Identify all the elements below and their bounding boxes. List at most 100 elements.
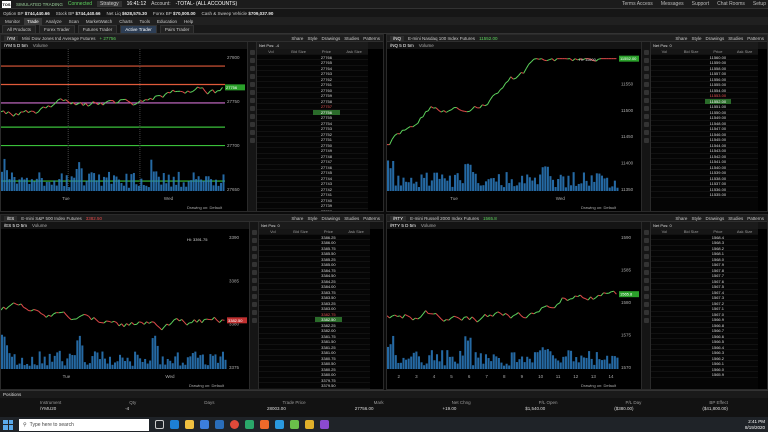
price-cell[interactable]: 1566.9 (705, 317, 732, 322)
setup-link[interactable]: Setup (753, 1, 766, 7)
price-cell[interactable]: 3379.50 (315, 383, 343, 388)
task-view-icon[interactable] (155, 420, 164, 429)
tool-icon[interactable] (251, 254, 257, 259)
tool-icon[interactable] (643, 294, 649, 299)
tool-icon[interactable] (249, 58, 255, 63)
tool-icon[interactable] (643, 262, 649, 267)
app-icon[interactable] (260, 420, 269, 429)
price-cell[interactable]: 3384.25 (315, 279, 343, 284)
app-icon[interactable] (275, 420, 284, 429)
price-cell[interactable]: 27750 (313, 143, 341, 148)
price-cell[interactable]: 1567.7 (705, 273, 732, 278)
price-cell[interactable]: 27763 (313, 71, 341, 76)
share-button[interactable]: Share (291, 36, 303, 41)
store-icon[interactable] (200, 420, 209, 429)
share-button[interactable]: Share (675, 36, 687, 41)
price-cell[interactable]: 3383.25 (315, 301, 343, 306)
price-cell[interactable]: 27742 (313, 187, 341, 192)
studies-button[interactable]: Studies (344, 36, 359, 41)
price-cell[interactable]: 3380.50 (315, 361, 343, 366)
drawings-button[interactable]: Drawings (705, 36, 724, 41)
price-cell[interactable]: 11540.00 (705, 165, 732, 170)
positions-header[interactable]: Positions (0, 391, 768, 398)
subtab-active-trader[interactable]: Active Trader (120, 24, 157, 34)
tool-icon[interactable] (643, 90, 649, 95)
account-select[interactable]: -TOTAL- (ALL ACCOUNTS) (176, 1, 238, 7)
price-cell[interactable]: 1568.2 (705, 246, 732, 251)
price-cell[interactable]: 1567.6 (705, 279, 732, 284)
tool-icon[interactable] (643, 270, 649, 275)
price-chart[interactable]: 27800 27750 27700 27650 Tue Wed 27756 (1, 49, 247, 203)
price-cell[interactable]: 11550.00 (705, 110, 732, 115)
tool-icon[interactable] (643, 66, 649, 71)
position-row[interactable]: /YMU20 -4 28003.00 27756.00 +19.00 $1,540.0… (0, 405, 768, 411)
tool-icon[interactable] (643, 58, 649, 63)
price-cell[interactable]: 3381.00 (315, 350, 343, 355)
price-cell[interactable]: 11553.00 (705, 93, 732, 98)
price-cell[interactable]: 3384.00 (315, 284, 343, 289)
tool-icon[interactable] (249, 50, 255, 55)
aggregation-label[interactable]: /RTY 5 D 5m (390, 223, 416, 228)
chat-rooms-link[interactable]: Chat Rooms (717, 1, 745, 7)
tool-icon[interactable] (249, 82, 255, 87)
tab-education[interactable]: Education (154, 18, 180, 25)
drawings-button[interactable]: Drawings (705, 216, 724, 221)
price-cell[interactable]: 1566.3 (705, 350, 732, 355)
price-cell[interactable]: 1566.1 (705, 361, 732, 366)
drawings-button[interactable]: Drawings (321, 36, 340, 41)
price-cell[interactable]: 3383.75 (315, 290, 343, 295)
price-cell[interactable]: 1566.2 (705, 356, 732, 361)
tool-icon[interactable] (643, 130, 649, 135)
price-cell[interactable]: 11551.00 (705, 104, 732, 109)
price-cell[interactable]: 3379.75 (315, 378, 343, 383)
patterns-button[interactable]: Patterns (363, 216, 380, 221)
taskbar-search[interactable]: ⚲ Type here to search (19, 418, 149, 431)
drawings-button[interactable]: Drawings (321, 216, 340, 221)
price-cell[interactable]: 27751 (313, 137, 341, 142)
price-cell[interactable]: 11546.00 (705, 132, 732, 137)
tool-icon[interactable] (251, 270, 257, 275)
tool-icon[interactable] (643, 278, 649, 283)
tool-icon[interactable] (249, 98, 255, 103)
aggregation-label[interactable]: /NQ 5 D 5m (390, 43, 414, 48)
studies-button[interactable]: Studies (344, 216, 359, 221)
tool-icon[interactable] (643, 122, 649, 127)
tool-icon[interactable] (251, 286, 257, 291)
tab-marketwatch[interactable]: MarketWatch (83, 18, 115, 25)
ladder-row[interactable]: 11535.00 (651, 192, 758, 198)
price-cell[interactable]: 1567.1 (705, 306, 732, 311)
system-clock[interactable]: 2:41 PM 8/19/2020 (745, 419, 765, 430)
price-cell[interactable]: 1566.4 (705, 345, 732, 350)
price-cell[interactable]: 3386.00 (315, 240, 343, 245)
chart-canvas[interactable]: 116001155011500114501140011350TueWed1155… (387, 49, 641, 203)
symbol-input[interactable]: /ES (4, 215, 18, 221)
price-cell[interactable]: 1566.7 (705, 328, 732, 333)
chart-canvas[interactable]: 1590 1585 1580 1575 1570 2 3 4 5 6 7 8 9 10 11 12 13 14 15… (387, 229, 641, 381)
chart-canvas[interactable]: 3390338533803375Tue Wed3382.50Hi: 3391.75 (1, 229, 249, 381)
drawing-set-label[interactable]: Drawing on: Default (581, 205, 616, 210)
studies-button[interactable]: Studies (728, 216, 743, 221)
patterns-button[interactable]: Patterns (747, 36, 764, 41)
price-cell[interactable]: 3386.25 (315, 235, 343, 240)
price-cell[interactable]: 3385.25 (315, 257, 343, 262)
price-cell[interactable]: 11545.00 (705, 137, 732, 142)
patterns-button[interactable]: Patterns (363, 36, 380, 41)
tool-icon[interactable] (251, 310, 257, 315)
tool-icon[interactable] (249, 130, 255, 135)
tool-icon[interactable] (643, 254, 649, 259)
price-cell[interactable]: 11552.00 (704, 98, 732, 104)
price-cell[interactable]: 11555.00 (705, 82, 732, 87)
symbol-input[interactable]: /YM (4, 35, 19, 41)
price-cell[interactable]: 11556.00 (705, 77, 732, 82)
price-cell[interactable]: 27738 (313, 209, 341, 212)
share-button[interactable]: Share (291, 216, 303, 221)
support-link[interactable]: Support (692, 1, 710, 7)
tool-icon[interactable] (643, 318, 649, 323)
price-cell[interactable]: 11539.00 (705, 170, 732, 175)
tool-icon[interactable] (249, 90, 255, 95)
tool-icon[interactable] (643, 246, 649, 251)
price-cell[interactable]: 27753 (313, 126, 341, 131)
app-icon[interactable] (305, 420, 314, 429)
subtab-forex-trader[interactable]: Forex Trader (39, 24, 75, 34)
price-cell[interactable]: 1567.2 (705, 301, 732, 306)
